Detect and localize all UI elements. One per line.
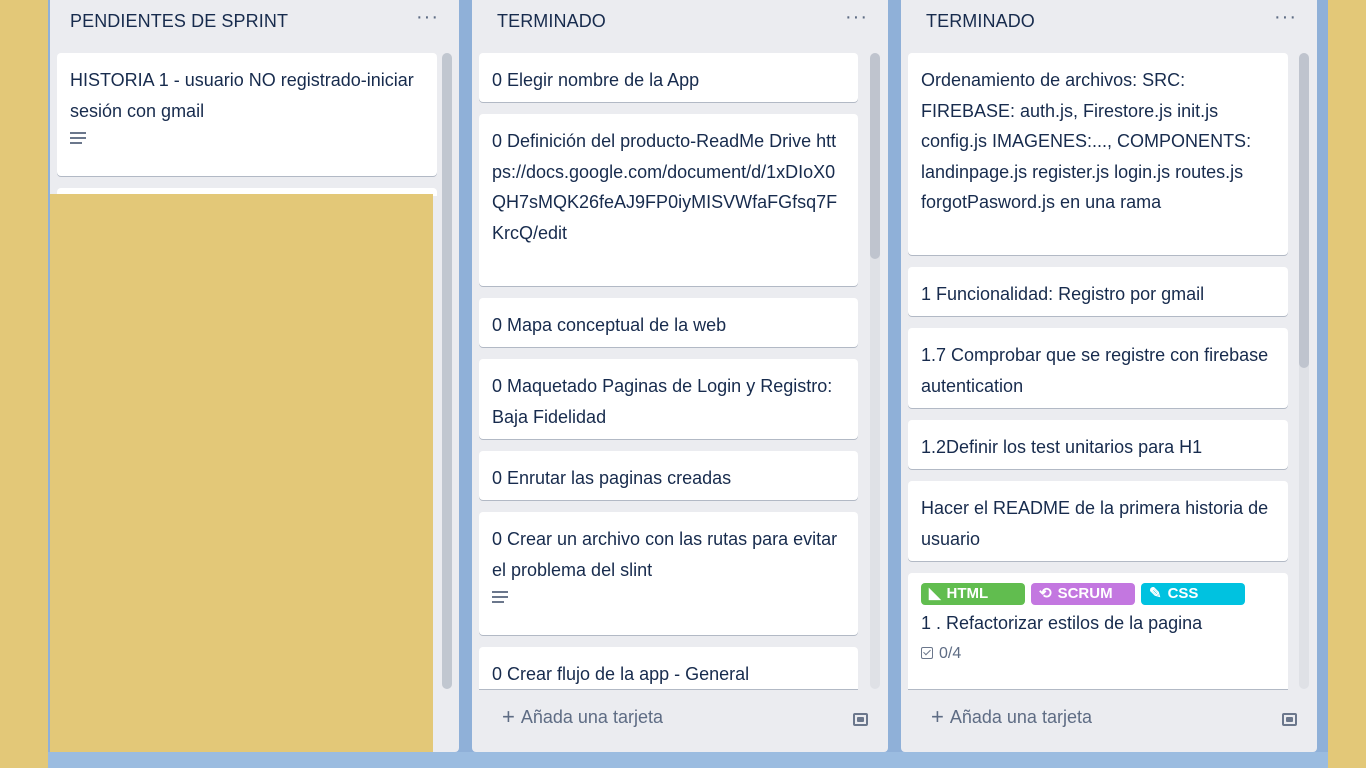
card[interactable]: 0 Crear un archivo con las rutas para ev… — [479, 512, 858, 635]
card[interactable]: HISTORIA 1 - usuario NO registrado-inici… — [57, 53, 437, 176]
card-title: Hacer el README de la primera historia d… — [921, 498, 1269, 549]
add-card-button[interactable]: + Añada una tarjeta — [502, 704, 663, 730]
card[interactable]: 0 Elegir nombre de la App — [479, 53, 858, 102]
label-scrum: ⟲ SCRUM — [1031, 583, 1135, 605]
description-icon — [70, 132, 86, 144]
card[interactable]: 0 Crear flujo de la app - General — [479, 647, 858, 689]
description-icon — [492, 591, 508, 603]
card-labels: ◣ HTML ⟲ SCRUM ✎ CSS — [921, 583, 1275, 605]
checklist-icon — [921, 647, 933, 659]
card-template-icon[interactable] — [853, 713, 868, 726]
card[interactable]: 0 Enrutar las paginas creadas — [479, 451, 858, 500]
card-title: 0 Mapa conceptual de la web — [492, 315, 727, 335]
css-label-icon: ✎ — [1149, 585, 1162, 602]
list-header[interactable]: TERMINADO ··· — [472, 0, 888, 46]
card-title: 0 Crear flujo de la app - General — [492, 664, 750, 684]
label-text: SCRUM — [1057, 585, 1113, 602]
list-header[interactable]: PENDIENTES DE SPRINT ··· — [50, 0, 459, 46]
card-title: 1.2Definir los test unitarios para H1 — [921, 437, 1203, 457]
list-title[interactable]: TERMINADO — [926, 11, 1035, 32]
card-title: 1 Funcionalidad: Registro por gmail — [921, 284, 1205, 304]
label-text: HTML — [946, 585, 989, 602]
card[interactable]: 1 Funcionalidad: Registro por gmail — [908, 267, 1288, 316]
card[interactable]: Hacer el README de la primera historia d… — [908, 481, 1288, 561]
card-template-icon[interactable] — [1282, 713, 1297, 726]
list-scroll-thumb[interactable] — [1299, 53, 1309, 368]
list-title[interactable]: PENDIENTES DE SPRINT — [70, 11, 288, 32]
list-scroll-thumb[interactable] — [870, 53, 880, 259]
card[interactable]: 1.7 Comprobar que se registre con fireba… — [908, 328, 1288, 408]
card[interactable]: 0 Mapa conceptual de la web — [479, 298, 858, 347]
list-header[interactable]: TERMINADO ··· — [901, 0, 1317, 46]
list-terminado-1: TERMINADO ··· 0 Elegir nombre de la App … — [472, 0, 888, 752]
card-title: HISTORIA 1 - usuario NO registrado-inici… — [70, 70, 414, 121]
card-title: 0 Elegir nombre de la App — [492, 70, 700, 90]
card-title: 0 Enrutar las paginas creadas — [492, 468, 732, 488]
list-scrollbar[interactable] — [442, 53, 452, 689]
label-text: CSS — [1167, 585, 1199, 602]
list-scroll-thumb[interactable] — [442, 53, 452, 689]
add-card-label: Añada una tarjeta — [949, 707, 1092, 727]
checklist-count: 0/4 — [939, 645, 962, 662]
card-title: 0 Crear un archivo con las rutas para ev… — [492, 529, 838, 580]
card-title: 0 Definición del producto-ReadMe Drive h… — [492, 131, 838, 243]
list-title[interactable]: TERMINADO — [497, 11, 606, 32]
list-menu-button[interactable]: ··· — [416, 6, 439, 29]
add-card-button[interactable]: + Añada una tarjeta — [931, 704, 1092, 730]
card-title: Ordenamiento de archivos: SRC: FIREBASE:… — [921, 70, 1252, 212]
label-html: ◣ HTML — [921, 583, 1025, 605]
card-title: 0 Maquetado Paginas de Login y Registro:… — [492, 376, 833, 427]
scrum-label-icon: ⟲ — [1039, 585, 1052, 602]
card[interactable]: ◣ HTML ⟲ SCRUM ✎ CSS 1 . Refactorizar estil… — [908, 573, 1288, 689]
list-scrollbar[interactable] — [1299, 53, 1309, 689]
card[interactable]: 0 Definición del producto-ReadMe Drive h… — [479, 114, 858, 286]
card[interactable]: Ordenamiento de archivos: SRC: FIREBASE:… — [908, 53, 1288, 255]
label-css: ✎ CSS — [1141, 583, 1245, 605]
overlay-patch — [50, 194, 433, 752]
card[interactable]: 1.2Definir los test unitarios para H1 — [908, 420, 1288, 469]
plus-icon: + — [931, 704, 944, 729]
card-title: 1 . Refactorizar estilos de la pagina — [921, 613, 1203, 633]
add-card-label: Añada una tarjeta — [520, 707, 663, 727]
card-title: 1.7 Comprobar que se registre con fireba… — [921, 345, 1269, 396]
list-terminado-2: TERMINADO ··· Ordenamiento de archivos: … — [901, 0, 1317, 752]
board-bottom-scrollbar[interactable] — [48, 752, 1328, 768]
list-menu-button[interactable]: ··· — [845, 6, 868, 29]
list-scrollbar[interactable] — [870, 53, 880, 689]
html-label-icon: ◣ — [929, 585, 941, 602]
checklist-badge: 0/4 — [921, 643, 1275, 665]
card[interactable]: 0 Maquetado Paginas de Login y Registro:… — [479, 359, 858, 439]
plus-icon: + — [502, 704, 515, 729]
list-menu-button[interactable]: ··· — [1274, 6, 1297, 29]
